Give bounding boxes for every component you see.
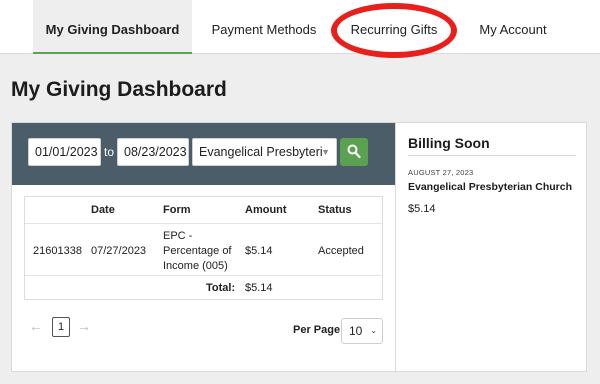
billing-amount: $5.14 [408, 203, 436, 215]
tab-my-giving-dashboard[interactable]: My Giving Dashboard [33, 0, 192, 54]
organization-select[interactable]: Evangelical Presbyteri ▼ [192, 138, 337, 166]
total-label: Total: [206, 282, 236, 294]
chevron-down-icon: ⌄ [370, 326, 377, 335]
tab-my-account[interactable]: My Account [458, 0, 568, 54]
header-date: Date [91, 204, 115, 216]
end-date-input[interactable]: 08/23/2023 [117, 138, 189, 166]
organization-select-value: Evangelical Presbyteri [199, 145, 323, 159]
filter-bar: 01/01/2023 to 08/23/2023 Evangelical Pre… [12, 123, 395, 185]
per-page-value: 10 [349, 324, 363, 338]
billing-soon-title: Billing Soon [408, 135, 490, 151]
cell-date: 07/27/2023 [91, 245, 147, 257]
cell-id: 21601338 [33, 245, 82, 257]
cell-form-line-2: Percentage of [163, 245, 232, 257]
search-icon [347, 144, 361, 159]
cell-form-line-3: Income (005) [163, 260, 228, 272]
tab-recurring-gifts[interactable]: Recurring Gifts [336, 0, 452, 54]
start-date-input[interactable]: 01/01/2023 [28, 138, 101, 166]
tab-payment-methods[interactable]: Payment Methods [198, 0, 330, 54]
page-number-button[interactable]: 1 [52, 317, 70, 337]
header-status: Status [318, 204, 352, 216]
arrow-left-icon[interactable]: ← [29, 318, 43, 334]
header-amount: Amount [245, 204, 287, 216]
cell-form-line-1: EPC - [163, 230, 193, 242]
total-amount: $5.14 [245, 282, 273, 294]
billing-date: AUGUST 27, 2023 [408, 168, 474, 177]
total-divider [25, 275, 382, 276]
cell-status: Accepted [318, 245, 364, 257]
panel-divider [395, 123, 396, 371]
dashboard-card: 01/01/2023 to 08/23/2023 Evangelical Pre… [11, 122, 587, 372]
billing-divider [408, 155, 576, 156]
cell-form: EPC - Percentage of Income (005) [163, 229, 232, 274]
to-label: to [104, 145, 115, 159]
per-page-select[interactable]: 10 ⌄ [341, 318, 383, 344]
chevron-down-icon: ▼ [321, 147, 330, 157]
search-button[interactable] [340, 138, 368, 166]
per-page-label: Per Page: [293, 324, 344, 336]
top-nav: My Giving Dashboard Payment Methods Recu… [0, 0, 600, 58]
header-divider [25, 223, 382, 224]
page-title: My Giving Dashboard [11, 78, 227, 101]
giving-table: Date Form Amount Status 21601338 07/27/2… [24, 196, 383, 300]
arrow-right-icon[interactable]: → [77, 318, 91, 334]
header-form: Form [163, 204, 191, 216]
cell-amount: $5.14 [245, 245, 273, 257]
billing-church-name: Evangelical Presbyterian Church [408, 181, 572, 193]
